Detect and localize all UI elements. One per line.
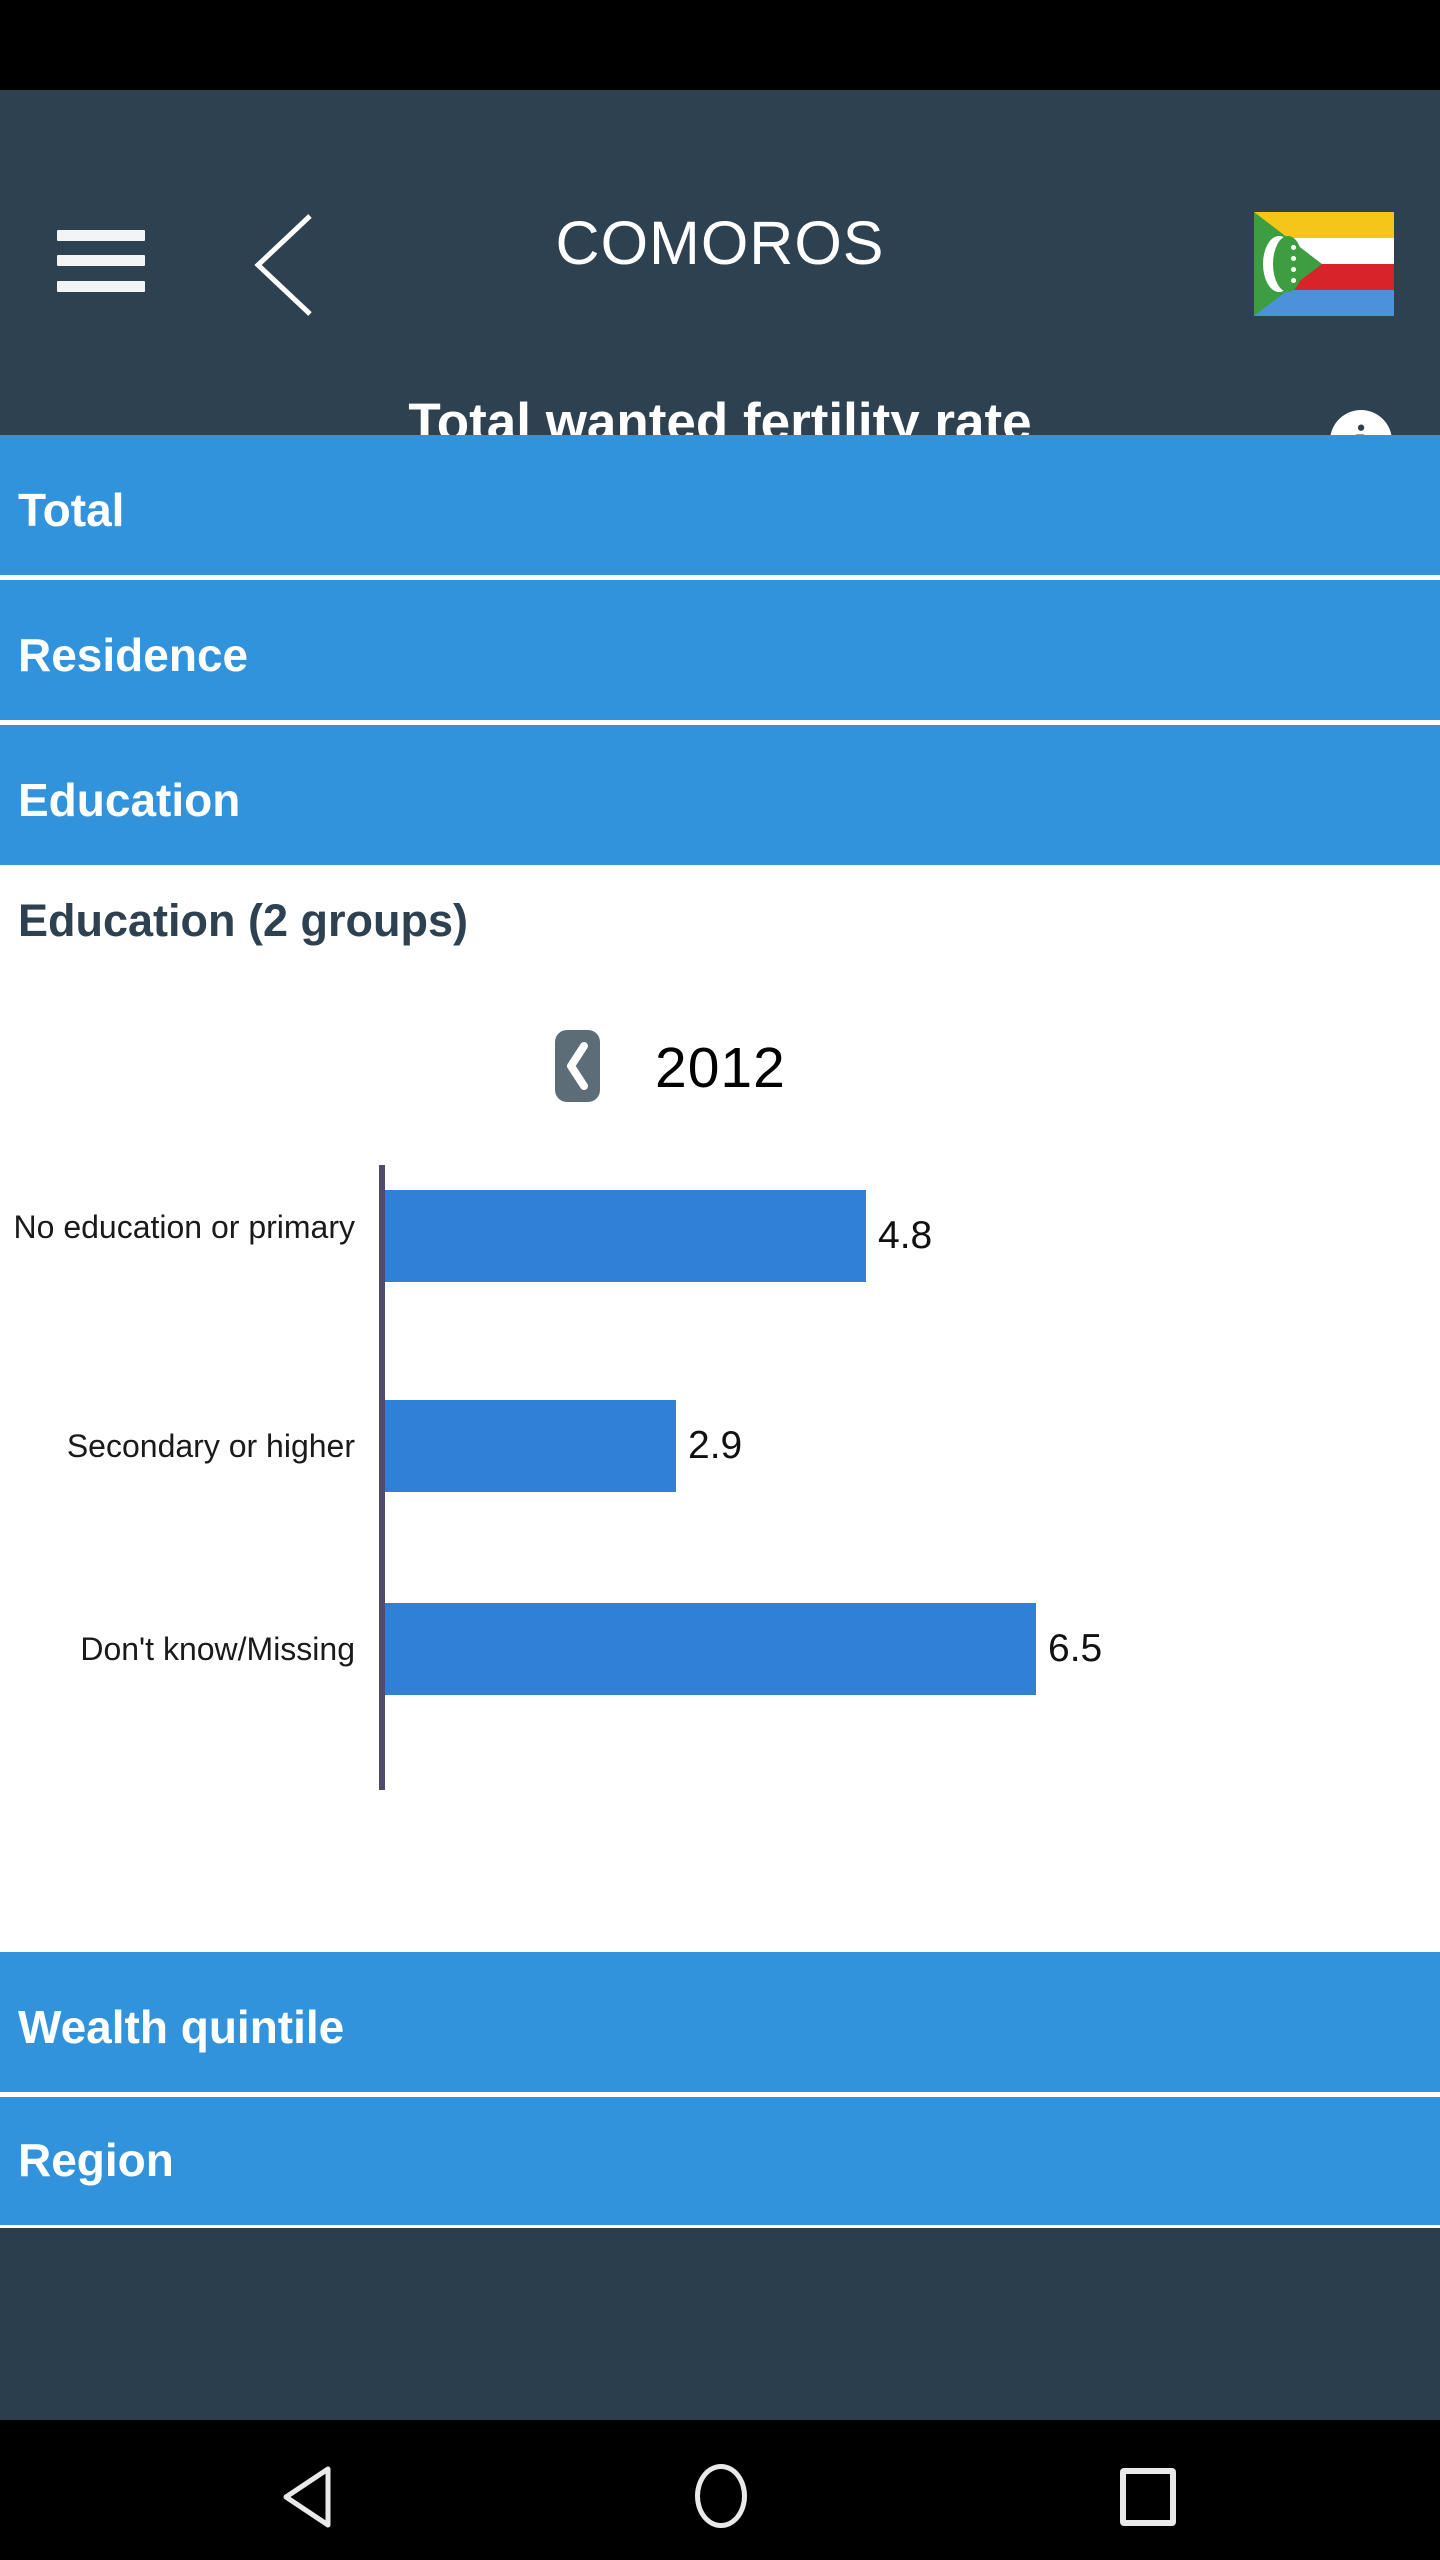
bar[interactable]: [385, 1190, 866, 1282]
year-selector: 2012: [0, 1020, 1440, 1116]
category-label: Wealth quintile: [18, 2001, 345, 2053]
bar-category-label: No education or primary: [13, 1209, 355, 1245]
category-label: Residence: [18, 629, 249, 681]
flag-crescent-cut: [1273, 236, 1303, 292]
bar-value-label: 2.9: [688, 1424, 743, 1467]
bar[interactable]: [385, 1400, 676, 1492]
category-row-residence[interactable]: Residence: [0, 580, 1440, 720]
bar-group: No education or primary 4.8: [0, 1190, 1440, 1340]
category-row-education[interactable]: Education: [0, 725, 1440, 865]
bar-category-label: Secondary or higher: [66, 1428, 355, 1464]
bar-group: Secondary or higher 2.9: [0, 1400, 1440, 1550]
status-bar: [0, 0, 1440, 90]
triangle-back-glyph: [283, 2466, 331, 2528]
hamburger-bar: [57, 281, 145, 292]
country-title: COMOROS: [555, 209, 885, 277]
year-label: 2012: [655, 1036, 786, 1100]
category-row-region[interactable]: Region: [0, 2097, 1440, 2225]
flag-star: [1291, 267, 1296, 272]
square-recents-icon[interactable]: [1120, 2468, 1176, 2526]
triangle-back-icon[interactable]: [278, 2466, 338, 2528]
year-previous-button[interactable]: [555, 1030, 600, 1102]
app-bar: COMOROS Total wanted fertility rate i: [0, 90, 1440, 472]
flag-star: [1291, 256, 1296, 261]
comoros-flag-icon: [1254, 212, 1394, 316]
bar[interactable]: [385, 1603, 1036, 1695]
bottom-panel: [0, 2228, 1440, 2420]
android-nav-bar: [0, 2420, 1440, 2560]
bar-group: Don't know/Missing 6.5: [0, 1603, 1440, 1753]
bar-value-label: 4.8: [878, 1214, 933, 1257]
chevron-left-icon: [567, 1042, 588, 1090]
category-label: Region: [18, 2134, 174, 2186]
category-label: Total: [18, 484, 125, 536]
category-row-wealth-quintile[interactable]: Wealth quintile: [0, 1952, 1440, 2092]
bar-category-label: Don't know/Missing: [80, 1631, 355, 1667]
category-row-total[interactable]: Total: [0, 435, 1440, 575]
category-label: Education: [18, 774, 241, 826]
flag-star: [1291, 245, 1296, 250]
phone-screen: COMOROS Total wanted fertility rate i To…: [0, 0, 1440, 2560]
flag-star: [1291, 278, 1296, 283]
subgroup-heading: Education (2 groups): [18, 895, 468, 946]
circle-home-icon[interactable]: [695, 2464, 747, 2528]
bar-value-label: 6.5: [1048, 1627, 1103, 1670]
bar-chart: No education or primary 4.8 Secondary or…: [0, 1130, 1440, 1810]
